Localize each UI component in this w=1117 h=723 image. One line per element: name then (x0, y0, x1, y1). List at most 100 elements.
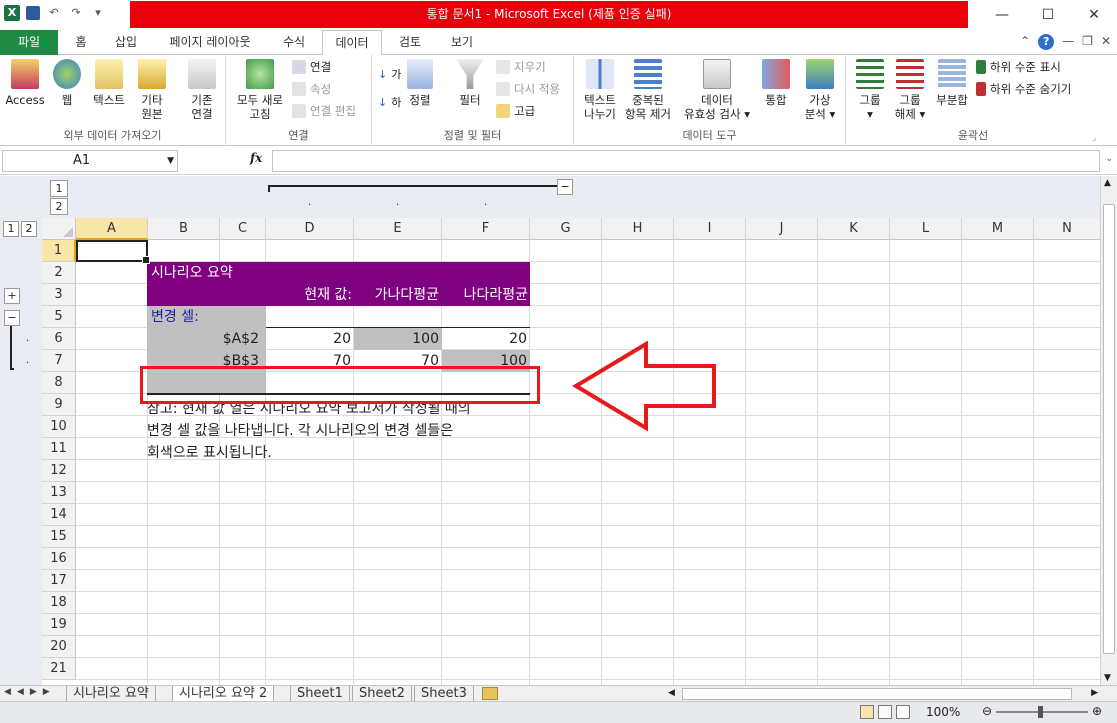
tab-review[interactable]: 검토 (388, 30, 432, 55)
column-level-1-button[interactable]: 1 (50, 180, 68, 197)
a2-scenario-1-value[interactable]: 100 (354, 328, 439, 350)
column-header-m[interactable]: M (962, 218, 1034, 240)
row-collapse-button[interactable]: − (4, 310, 20, 326)
row-header-2[interactable]: 2 (42, 262, 76, 284)
clear-filter-button[interactable]: 지우기 (496, 57, 546, 77)
scenario-title[interactable]: 시나리오 요약 (151, 262, 233, 284)
column-header-k[interactable]: K (818, 218, 890, 240)
row-header-8[interactable]: 8 (42, 372, 76, 394)
header-scenario-1[interactable]: 가나다평균 (354, 284, 442, 306)
name-box-dropdown-icon[interactable]: ▼ (167, 151, 174, 171)
sort-button[interactable]: 정렬 (402, 59, 438, 107)
row-expand-button[interactable]: + (4, 288, 20, 304)
doc-restore-icon[interactable]: ❐ (1082, 34, 1093, 50)
filter-button[interactable]: 필터 (452, 59, 488, 107)
ungroup-button[interactable]: 그룹 해제 ▾ (892, 59, 928, 121)
horizontal-scrollbar[interactable]: ◀ ▶ (668, 688, 1098, 700)
zoom-slider-knob[interactable] (1038, 706, 1043, 718)
row-header-5[interactable]: 5 (42, 306, 76, 328)
excel-logo-icon[interactable]: X (4, 5, 20, 21)
row-header-18[interactable]: 18 (42, 592, 76, 614)
a2-scenario-2-value[interactable]: 20 (442, 328, 527, 350)
row-header-15[interactable]: 15 (42, 526, 76, 548)
column-header-j[interactable]: J (746, 218, 818, 240)
header-scenario-2[interactable]: 나다라평균 (442, 284, 530, 306)
active-cell-a1[interactable] (76, 240, 150, 264)
formula-input[interactable] (272, 150, 1100, 172)
sheet-tab-scenario-summary-2[interactable]: 시나리오 요약 2 (172, 686, 275, 702)
row-level-2-button[interactable]: 2 (21, 221, 37, 237)
subtotal-button[interactable]: 부분합 (932, 59, 972, 107)
from-text-button[interactable]: 텍스트 (88, 59, 130, 107)
zoom-out-icon[interactable]: ⊖ (982, 705, 992, 717)
row-header-16[interactable]: 16 (42, 548, 76, 570)
column-header-a[interactable]: A (76, 218, 148, 240)
row-header-19[interactable]: 19 (42, 614, 76, 636)
tab-view[interactable]: 보기 (440, 30, 484, 55)
tab-home[interactable]: 홈 (66, 30, 96, 55)
column-header-l[interactable]: L (890, 218, 962, 240)
refresh-all-button[interactable]: 모두 새로 고침 (232, 59, 288, 121)
column-header-b[interactable]: B (148, 218, 220, 240)
doc-close-icon[interactable]: ✕ (1101, 34, 1111, 50)
sheet-nav-arrows-icon[interactable]: ◀◀▶▶ (4, 687, 56, 697)
page-layout-view-icon[interactable] (878, 705, 892, 719)
row-header-21[interactable]: 21 (42, 658, 76, 680)
existing-connections-button[interactable]: 기존 연결 (182, 59, 222, 121)
column-header-c[interactable]: C (220, 218, 266, 240)
tab-page-layout[interactable]: 페이지 레이아웃 (156, 30, 264, 55)
zoom-level[interactable]: 100% (926, 704, 960, 720)
what-if-analysis-button[interactable]: 가상 분석 ▾ (798, 59, 842, 121)
column-collapse-button[interactable]: − (557, 179, 573, 195)
minimize-ribbon-icon[interactable]: ⌃ (1020, 34, 1030, 50)
scroll-down-icon[interactable]: ▼ (1104, 673, 1111, 683)
row-header-12[interactable]: 12 (42, 460, 76, 482)
doc-minimize-icon[interactable]: — (1062, 34, 1074, 50)
customize-qat-icon[interactable]: ▾ (90, 5, 106, 21)
insert-function-icon[interactable]: fx (250, 151, 262, 165)
row-header-7[interactable]: 7 (42, 350, 76, 372)
show-detail-button[interactable]: 하위 수준 표시 (976, 57, 1061, 77)
row-header-20[interactable]: 20 (42, 636, 76, 658)
properties-button[interactable]: 속성 (292, 79, 331, 99)
undo-icon[interactable]: ↶ (46, 5, 62, 21)
remove-duplicates-button[interactable]: 중복된 항목 제거 (622, 59, 674, 121)
minimize-button[interactable]: — (979, 0, 1025, 30)
row-header-13[interactable]: 13 (42, 482, 76, 504)
close-button[interactable]: ✕ (1071, 0, 1117, 30)
save-icon[interactable] (26, 6, 40, 20)
advanced-filter-button[interactable]: 고급 (496, 101, 535, 121)
tab-formulas[interactable]: 수식 (272, 30, 316, 55)
data-validation-button[interactable]: 데이터 유효성 검사 ▾ (678, 59, 756, 121)
connections-button[interactable]: 연결 (292, 57, 331, 77)
scroll-right-icon[interactable]: ▶ (1091, 688, 1098, 698)
sheet-tab-scenario-summary[interactable]: 시나리오 요약 (66, 686, 156, 702)
row-header-14[interactable]: 14 (42, 504, 76, 526)
name-box[interactable]: A1 ▼ (2, 150, 178, 172)
edit-links-button[interactable]: 연결 편집 (292, 101, 356, 121)
column-header-g[interactable]: G (530, 218, 602, 240)
help-icon[interactable]: ? (1038, 34, 1055, 50)
normal-view-icon[interactable] (860, 705, 874, 719)
from-access-button[interactable]: Access (4, 59, 46, 107)
tab-file[interactable]: 파일 (0, 30, 58, 55)
vertical-scrollbar[interactable]: ▲ ▼ (1100, 176, 1117, 685)
insert-sheet-icon[interactable] (482, 687, 498, 700)
row-level-1-button[interactable]: 1 (3, 221, 19, 237)
maximize-button[interactable]: ☐ (1025, 0, 1071, 30)
text-to-columns-button[interactable]: 텍스트 나누기 (580, 59, 620, 121)
row-header-17[interactable]: 17 (42, 570, 76, 592)
page-break-view-icon[interactable] (896, 705, 910, 719)
column-header-d[interactable]: D (266, 218, 354, 240)
expand-formula-bar-icon[interactable]: ⌄ (1105, 154, 1113, 164)
row-header-1[interactable]: 1 (42, 240, 76, 262)
sheet-tab-sheet1[interactable]: Sheet1 (290, 686, 350, 702)
from-other-sources-button[interactable]: 기타 원본 (134, 59, 170, 121)
scroll-left-icon[interactable]: ◀ (668, 688, 675, 698)
redo-icon[interactable]: ↷ (68, 5, 84, 21)
row-header-6[interactable]: 6 (42, 328, 76, 350)
row-header-3[interactable]: 3 (42, 284, 76, 306)
changing-cells-label[interactable]: 변경 셀: (151, 306, 199, 328)
select-all-button[interactable] (42, 218, 76, 240)
tab-data[interactable]: 데이터 (322, 30, 382, 56)
